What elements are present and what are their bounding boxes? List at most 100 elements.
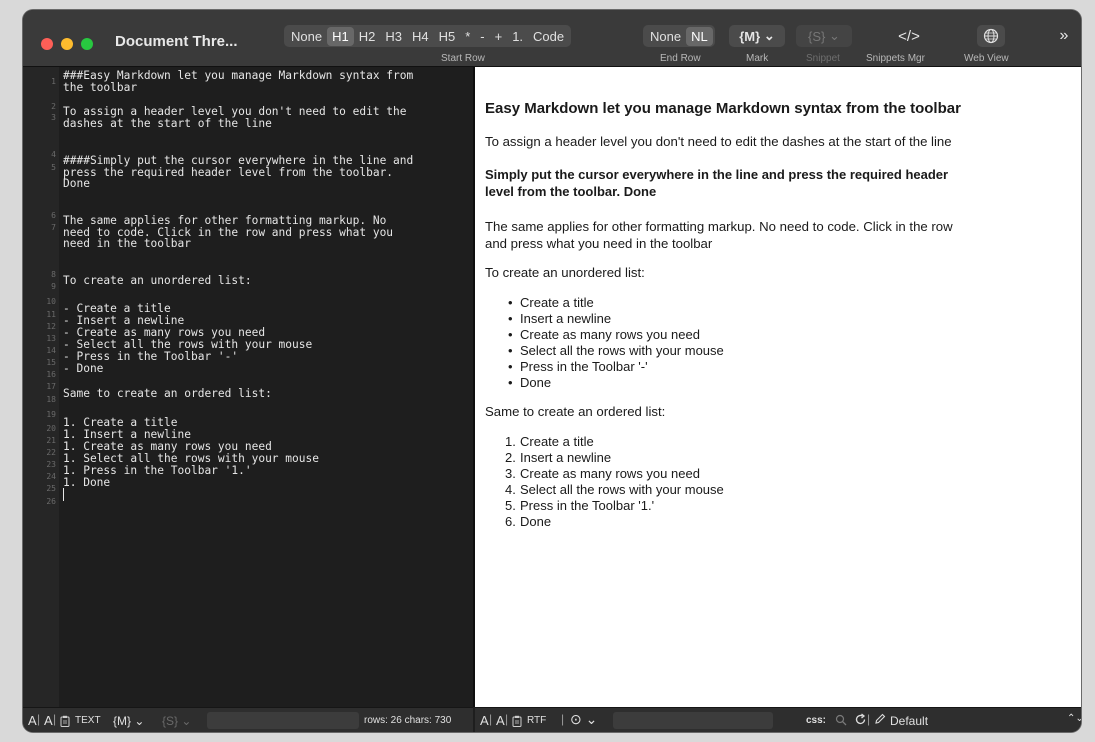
- end-none-button[interactable]: None: [645, 27, 686, 46]
- editor-line: - Select all the rows with your mouse: [63, 338, 313, 351]
- end-row-label: End Row: [660, 53, 701, 64]
- header-h5-button[interactable]: H5: [434, 27, 461, 46]
- line-number: 24: [46, 472, 56, 481]
- code-brackets-icon: </>: [898, 27, 920, 45]
- refresh-icon[interactable]: [854, 713, 867, 726]
- list-number: 4.: [505, 482, 516, 497]
- list-item: Insert a newline: [520, 450, 612, 465]
- code-button[interactable]: Code: [528, 27, 569, 46]
- line-number: 4: [51, 150, 56, 159]
- web-view-label: Web View: [964, 53, 1009, 64]
- list-item: Create as many rows you need: [520, 327, 700, 342]
- chevron-down-icon: ⌄: [829, 28, 840, 43]
- preview-heading-4-cont: level from the toolbar. Done: [485, 184, 657, 199]
- bullet-dash-button[interactable]: -: [475, 27, 489, 46]
- list-item: Create as many rows you need: [520, 466, 700, 481]
- copy-text-label[interactable]: TEXT: [75, 715, 101, 726]
- snippet-status-value: {S}: [162, 714, 179, 728]
- mark-status-value: {M}: [113, 714, 132, 728]
- preview-heading-1: Easy Markdown let you manage Markdown sy…: [485, 100, 961, 117]
- status-spacer: [207, 712, 359, 729]
- header-none-button[interactable]: None: [286, 27, 327, 46]
- more-options-button[interactable]: ⊙ ⌄: [570, 711, 597, 728]
- text-cursor: [63, 488, 64, 501]
- header-h1-button[interactable]: H1: [327, 26, 354, 46]
- pencil-icon[interactable]: [874, 713, 886, 725]
- close-window-button[interactable]: [41, 38, 53, 50]
- list-item: Select all the rows with your mouse: [520, 343, 724, 358]
- font-larger-button[interactable]: A: [44, 713, 53, 728]
- editor-line: 1. Create as many rows you need: [63, 440, 272, 453]
- mark-value: {M}: [739, 28, 761, 44]
- list-item: Press in the Toolbar '-': [520, 359, 648, 374]
- line-number: 7: [51, 223, 56, 232]
- preview-paragraph: Same to create an ordered list:: [485, 404, 666, 419]
- search-icon[interactable]: [835, 714, 847, 726]
- list-item: Create a title: [520, 295, 594, 310]
- editor-line: 1. Press in the Toolbar '1.': [63, 464, 252, 477]
- line-number: 8: [51, 270, 56, 279]
- snippet-popup-button[interactable]: {S} ⌄: [796, 25, 852, 47]
- snippets-manager-button[interactable]: </>: [889, 25, 929, 47]
- list-item: Done: [520, 514, 552, 529]
- zoom-window-button[interactable]: [81, 38, 93, 50]
- editor-line: The same applies for other formatting ma…: [63, 214, 394, 250]
- toolbar: Document Thre... None H1 H2 H3 H4 H5 * -…: [23, 10, 1081, 67]
- minimize-window-button[interactable]: [61, 38, 73, 50]
- font-smaller-button[interactable]: A: [28, 713, 37, 728]
- line-number: 12: [46, 322, 56, 331]
- editor-line: - Press in the Toolbar '-': [63, 350, 239, 363]
- header-h4-button[interactable]: H4: [407, 27, 434, 46]
- mark-popup-button[interactable]: {M} ⌄: [729, 25, 785, 47]
- snippet-status-button[interactable]: {S} ⌄: [162, 714, 191, 728]
- chevron-down-icon: ⌄: [134, 714, 145, 728]
- editor-line: - Create as many rows you need: [63, 326, 266, 339]
- chevron-down-icon: ⌄: [763, 28, 775, 43]
- web-view-button[interactable]: [977, 25, 1005, 47]
- mark-status-button[interactable]: {M} ⌄: [113, 714, 144, 728]
- header-h3-button[interactable]: H3: [380, 27, 407, 46]
- header-h2-button[interactable]: H2: [354, 27, 381, 46]
- preview-heading-4: Simply put the cursor everywhere in the …: [485, 167, 949, 182]
- editor-line: Same to create an ordered list:: [63, 387, 272, 400]
- list-number: 1.: [505, 434, 516, 449]
- chevron-down-icon: ⌄: [585, 711, 598, 727]
- line-number: 23: [46, 460, 56, 469]
- status-spacer: [613, 712, 773, 729]
- bullet-star-button[interactable]: *: [460, 27, 475, 46]
- list-item: Done: [520, 375, 552, 390]
- line-number: 3: [51, 113, 56, 122]
- preview-paragraph-cont: and press what you need in the toolbar: [485, 236, 713, 251]
- stepper-icon[interactable]: ⌃⌄: [1067, 713, 1081, 724]
- globe-icon: [983, 28, 999, 44]
- clipboard-icon[interactable]: [512, 715, 522, 727]
- ordered-list-button[interactable]: 1.: [507, 27, 528, 46]
- list-number: 5.: [505, 498, 516, 513]
- toolbar-overflow-button[interactable]: »: [1055, 25, 1073, 47]
- list-bullet: •: [508, 343, 513, 358]
- editor-status-bar: A | A | TEXT {M} ⌄ {S} ⌄ rows: 26 chars:…: [23, 707, 473, 732]
- editor-line: - Done: [63, 362, 104, 375]
- copy-rtf-label[interactable]: RTF: [527, 715, 546, 726]
- preview-font-smaller-button[interactable]: A: [480, 713, 489, 728]
- line-number: 2: [51, 102, 56, 111]
- editor-line: - Create a title: [63, 302, 171, 315]
- bullet-plus-button[interactable]: +: [490, 27, 508, 46]
- editor-line: 1. Insert a newline: [63, 428, 191, 441]
- chevron-down-icon: ⌄: [181, 714, 192, 728]
- end-newline-button[interactable]: NL: [686, 26, 713, 46]
- markdown-editor[interactable]: 1 2 3 4 5 6 7 8 9 10 11 12 13 14 15 16 1…: [23, 67, 473, 707]
- preview-status-bar: A | A | RTF | ⊙ ⌄ css: | Default ⌃⌄: [475, 707, 1081, 732]
- mark-label: Mark: [746, 53, 769, 64]
- list-number: 2.: [505, 450, 516, 465]
- list-item: Press in the Toolbar '1.': [520, 498, 655, 513]
- list-bullet: •: [508, 359, 513, 374]
- line-number: 26: [46, 497, 56, 506]
- snippet-label: Snippet: [806, 53, 840, 64]
- css-theme-select[interactable]: Default: [890, 714, 928, 728]
- clipboard-icon[interactable]: [60, 715, 70, 727]
- preview-font-larger-button[interactable]: A: [496, 713, 505, 728]
- line-number: 10: [46, 297, 56, 306]
- line-number: 11: [46, 310, 56, 319]
- line-number: 5: [51, 163, 56, 172]
